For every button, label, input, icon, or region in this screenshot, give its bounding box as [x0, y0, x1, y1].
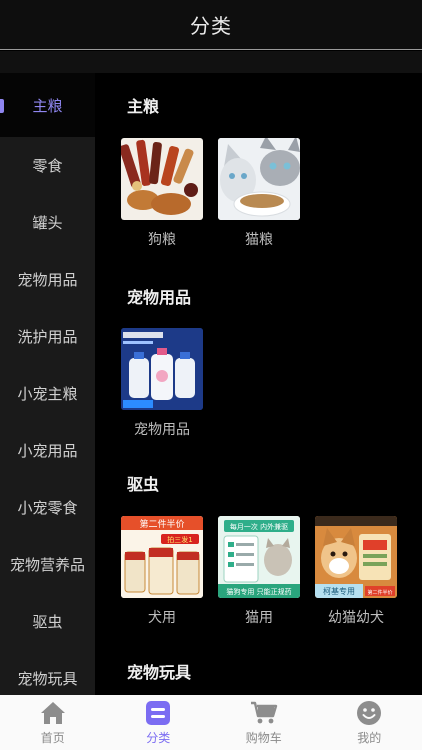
sidebar-item-label: 罐头	[32, 214, 63, 232]
sidebar-item-toys[interactable]: 宠物玩具	[0, 650, 95, 695]
sidebar-item-label: 洗护用品	[17, 328, 78, 346]
sidebar-item-label: 小宠主粮	[17, 385, 78, 403]
sidebar-item-small-pet-food[interactable]: 小宠主粮	[0, 365, 95, 422]
tab-label: 购物车	[245, 730, 282, 745]
category-card-pet-supplies[interactable]: 宠物用品	[121, 328, 203, 439]
page-header: 分类	[0, 0, 422, 50]
category-card-label: 宠物用品	[134, 422, 190, 438]
cat-deworm-footer: 猫狗专用 只能正规药	[226, 587, 291, 596]
tab-label: 首页	[40, 730, 65, 745]
category-card-dog-deworm[interactable]: 第二件半价 拍三发1 犬用	[121, 516, 203, 627]
cat-food-photo-icon	[218, 138, 300, 220]
sidebar-item-label: 零食	[32, 157, 63, 175]
category-card-label: 狗粮	[148, 232, 176, 248]
cat-deworm-banner: 每月一次 内外兼驱	[230, 522, 288, 531]
sidebar-item-label: 小宠零食	[17, 499, 78, 517]
dog-deworm-photo-icon: 第二件半价 拍三发1	[121, 516, 203, 598]
puppy-card-badge: 第二件半价	[367, 589, 392, 596]
tab-label: 我的	[357, 730, 382, 745]
sidebar-item-cans[interactable]: 罐头	[0, 194, 95, 251]
category-card-cat-food[interactable]: 猫粮	[218, 138, 300, 249]
sidebar-item-grooming[interactable]: 洗护用品	[0, 308, 95, 365]
sidebar-item-small-pet-snacks[interactable]: 小宠零食	[0, 479, 95, 536]
shampoo-bottles-photo-icon	[121, 328, 203, 410]
puppy-card-footer: 柯基专用	[323, 586, 355, 596]
cat-deworm-photo-icon: 每月一次 内外兼驱 猫狗专用 只能正规药	[218, 516, 300, 598]
sidebar-item-label: 主粮	[32, 96, 63, 115]
sidebar-item-deworming[interactable]: 驱虫	[0, 593, 95, 650]
category-card-label: 犬用	[148, 610, 176, 626]
category-card-label: 猫用	[245, 610, 273, 626]
section-title-toys: 宠物玩具	[127, 663, 192, 682]
sidebar-item-label: 驱虫	[32, 613, 63, 631]
dog-deworm-tag: 拍三发1	[167, 535, 192, 544]
cart-icon	[250, 700, 278, 726]
puppy-food-photo-icon: 柯基专用 第二件半价	[315, 516, 397, 598]
category-sidebar: 主粮 零食 罐头 宠物用品 洗护用品 小宠主粮 小宠用品 小宠零食 宠物营养品 …	[0, 73, 95, 695]
sidebar-item-label: 宠物营养品	[9, 556, 85, 574]
tab-profile[interactable]: 我的	[317, 695, 422, 750]
sidebar-item-label: 小宠用品	[17, 442, 78, 460]
dog-food-photo-icon	[121, 138, 203, 220]
tab-cart[interactable]: 购物车	[211, 695, 317, 750]
tab-home[interactable]: 首页	[0, 695, 106, 750]
sidebar-item-snacks[interactable]: 零食	[0, 137, 95, 194]
home-icon	[39, 700, 67, 726]
sidebar-item-label: 宠物用品	[17, 271, 78, 289]
sidebar-item-nutrition[interactable]: 宠物营养品	[0, 536, 95, 593]
category-card-cat-deworm[interactable]: 每月一次 内外兼驱 猫狗专用 只能正规药 猫用	[218, 516, 300, 627]
sidebar-item-label: 宠物玩具	[17, 670, 78, 688]
sidebar-item-small-pet-supplies[interactable]: 小宠用品	[0, 422, 95, 479]
tab-category[interactable]: 分类	[106, 695, 212, 750]
dog-deworm-banner: 第二件半价	[139, 518, 184, 530]
section-title-supplies: 宠物用品	[127, 288, 192, 307]
category-content: 主粮 狗粮 猫粮 宠物用品 宠物用品 驱虫 第二件半价 拍三发1 犬用 每月一次…	[95, 73, 422, 695]
page-title: 分类	[190, 14, 232, 38]
smiley-icon	[355, 700, 383, 726]
category-card-puppy-kitten[interactable]: 柯基专用 第二件半价 幼猫幼犬	[315, 516, 397, 627]
category-card-dog-food[interactable]: 狗粮	[121, 138, 203, 249]
bottom-tab-bar: 首页 分类 购物车 我的	[0, 695, 422, 750]
section-title-main-food: 主粮	[127, 97, 160, 116]
category-icon	[144, 700, 172, 726]
section-title-deworming: 驱虫	[127, 475, 160, 494]
sidebar-item-supplies[interactable]: 宠物用品	[0, 251, 95, 308]
category-card-label: 幼猫幼犬	[328, 610, 384, 626]
sidebar-item-main-food[interactable]: 主粮	[0, 73, 95, 137]
tab-label: 分类	[146, 730, 171, 745]
category-card-label: 猫粮	[245, 232, 273, 248]
header-spacer	[0, 51, 422, 73]
